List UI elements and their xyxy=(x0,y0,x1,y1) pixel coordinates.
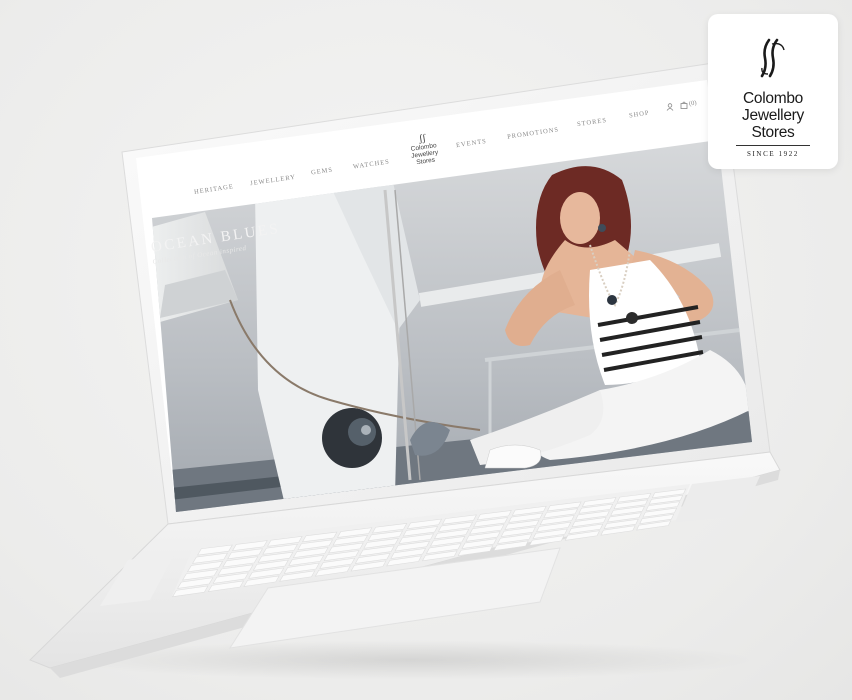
brand-logo-card: Colombo Jewellery Stores SINCE 1922 xyxy=(708,14,838,169)
brand-since: SINCE 1922 xyxy=(747,150,799,158)
brand-name-line3: Stores xyxy=(751,124,795,141)
brand-name-line2: Jewellery xyxy=(742,107,804,124)
site-logo[interactable]: ʃʃ Colombo Jewellery Stores xyxy=(402,131,446,167)
user-icon[interactable] xyxy=(666,103,674,111)
brand-name-line1: Colombo xyxy=(743,90,803,107)
brand-divider xyxy=(736,145,810,146)
cart-icon[interactable] xyxy=(680,101,688,109)
cjs-monogram-icon xyxy=(760,38,785,78)
cart-count: (0) xyxy=(688,99,698,108)
